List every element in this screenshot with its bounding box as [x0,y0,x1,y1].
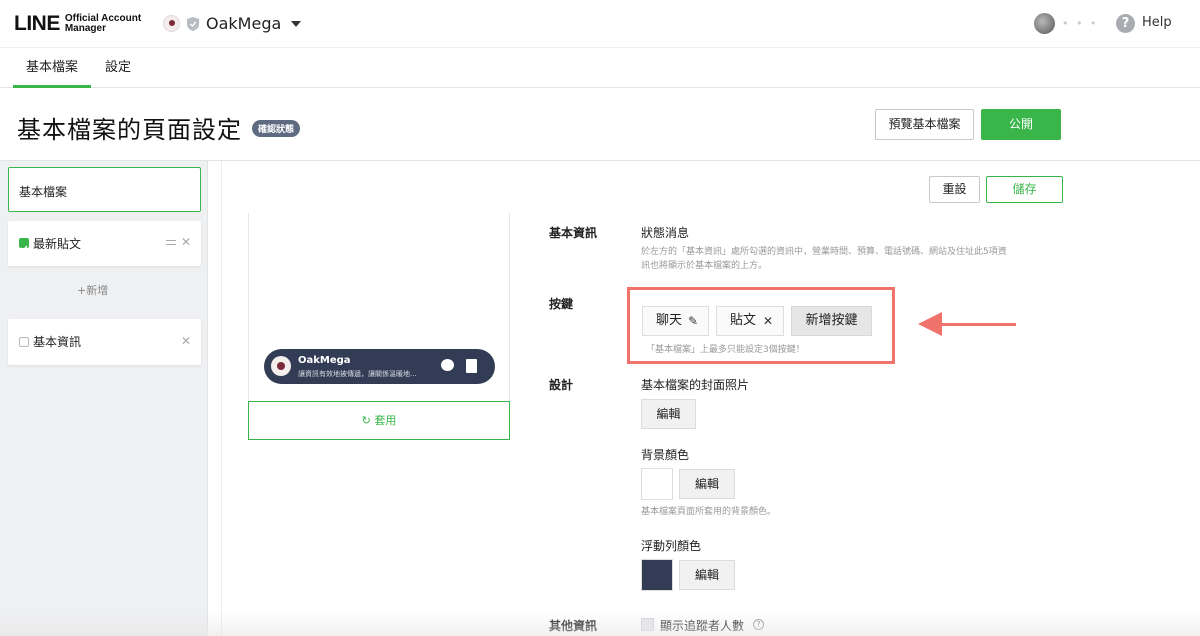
background-color-label: 背景顏色 [641,448,690,462]
logo-wordmark: LINE [14,12,60,35]
tab-bar: 基本檔案 設定 [0,48,1200,88]
save-button[interactable]: 儲存 [986,176,1063,203]
add-section-link[interactable]: +新增 [77,282,108,298]
help-link[interactable]: Help [1142,15,1172,30]
chat-bubble-icon [441,359,454,371]
checkmark-icon [20,245,28,252]
chip-label: 聊天 [656,313,683,328]
account-avatar [271,356,291,376]
apply-button[interactable]: ↻ 套用 [248,401,510,440]
preview-profile-button[interactable]: 預覽基本檔案 [875,109,974,140]
edit-floating-bar-color-button[interactable]: 編輯 [679,560,735,590]
background-color-swatch[interactable] [641,468,673,500]
top-bar: LINE Official Account Manager OakMega • … [0,0,1200,48]
cover-photo-label: 基本檔案的封面照片 [641,378,750,392]
reset-button[interactable]: 重設 [929,176,980,203]
sidebar-item-basic-info[interactable]: 基本資訊 ✕ [8,319,201,365]
section-label-buttons: 按鍵 [549,297,574,311]
shield-icon [187,16,199,31]
annotation-arrow [940,323,1016,326]
status-message-label: 狀態消息 [641,226,690,240]
section-label-other-info: 其他資訊 [549,619,598,633]
help-icon[interactable]: ? [1116,14,1135,33]
arrow-left-icon [918,312,942,336]
sidebar-item-basic-profile[interactable]: 基本檔案 [8,167,201,212]
account-avatar [163,15,180,32]
post-document-icon [466,359,477,373]
close-icon[interactable]: ✕ [763,307,773,335]
page-title: 基本檔案的頁面設定 [17,116,242,144]
post-button-chip[interactable]: 貼文 ✕ [716,306,784,336]
status-message-help-2: 訊也將顯示於基本檔案的上方。 [641,261,768,271]
sidebar-item-label: 基本資訊 [33,335,82,349]
background-color-help: 基本檔案頁面所套用的背景顏色。 [641,507,777,517]
drag-handle-icon[interactable] [166,240,176,245]
tab-settings[interactable]: 設定 [96,48,140,88]
show-followers-checkbox[interactable] [641,618,654,631]
chat-button-chip[interactable]: 聊天 ✎ [642,306,709,336]
logo-subtitle: Official Account Manager [65,14,141,34]
sidebar-item-label: 基本檔案 [19,185,68,199]
account-name: OakMega [206,14,282,33]
user-avatar[interactable] [1034,13,1055,34]
checkbox-unchecked-icon[interactable] [19,337,29,347]
show-followers-label: 顯示追蹤者人數 [660,619,745,633]
floatbar-status-text: 讓資訊有效地被傳遞，讓關係溫暖地... [298,370,417,378]
floatbar-account-name: OakMega [298,355,351,366]
publish-button[interactable]: 公開 [981,109,1061,140]
logo-subtitle-line-2: Manager [64,23,106,34]
tab-basic-profile[interactable]: 基本檔案 [13,48,91,88]
chip-label: 貼文 [730,313,757,328]
floating-bar-color-label: 浮動列顏色 [641,539,702,553]
chevron-down-icon [291,20,302,27]
user-name[interactable]: • • • [1062,17,1098,30]
status-message-help-1: 於左方的「基本資訊」處所勾選的資訊中，營業時間、預算、電話號碼、網站及住址此5項… [641,247,1007,257]
section-label-basic-info: 基本資訊 [549,226,598,240]
account-switcher[interactable]: OakMega [163,14,302,33]
line-oa-manager-logo[interactable]: LINE Official Account Manager [14,12,141,36]
checkbox-checked-icon[interactable] [19,238,29,252]
close-icon[interactable]: ✕ [181,334,191,348]
close-icon[interactable]: ✕ [181,235,191,249]
edit-cover-button[interactable]: 編輯 [641,399,696,429]
status-badge[interactable]: 確認狀態 [252,120,301,137]
pencil-icon[interactable]: ✎ [688,307,698,335]
button-limit-note: 「基本檔案」上最多只能設定3個按鍵！ [646,345,805,355]
section-label-design: 設計 [549,378,574,392]
floating-bar-color-swatch[interactable] [641,559,673,591]
edit-background-color-button[interactable]: 編輯 [679,469,735,499]
add-button-button[interactable]: 新增按鍵 [791,306,872,336]
info-icon[interactable]: ? [753,619,764,630]
preview-floating-bar: OakMega 讓資訊有效地被傳遞，讓關係溫暖地... [264,349,495,384]
sidebar-item-latest-posts[interactable]: 最新貼文 ✕ [8,221,201,266]
sidebar-item-label: 最新貼文 [33,237,82,251]
